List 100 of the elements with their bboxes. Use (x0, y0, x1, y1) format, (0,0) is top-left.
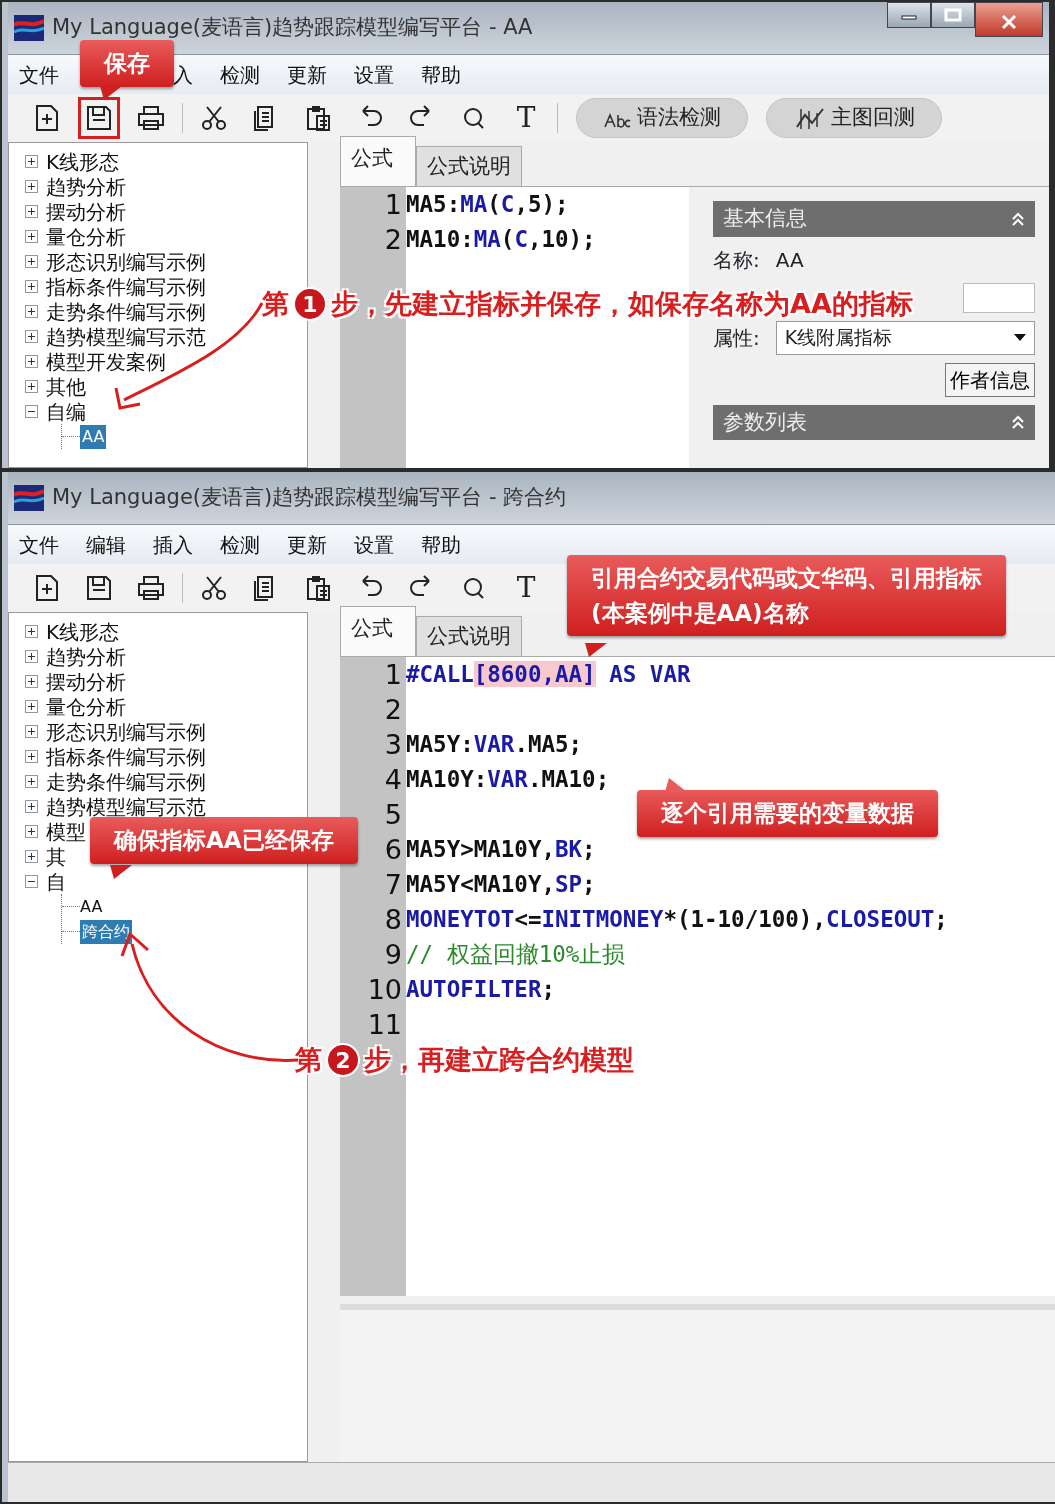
close-button[interactable] (975, 2, 1043, 37)
expand-icon[interactable] (25, 750, 38, 763)
step-text: 步，先建立指标并保存，如保存名称为AA的指标 (331, 287, 913, 321)
line-number: 4 (383, 763, 403, 797)
tree-item[interactable]: 其他 (46, 374, 86, 399)
menu-item[interactable]: 更新 (282, 59, 349, 90)
close-icon (1000, 13, 1018, 30)
tree-item[interactable]: 走势条件编写示例 (46, 769, 206, 794)
tree-item[interactable]: K线形态 (46, 619, 120, 644)
menu-item[interactable]: 更新 (282, 529, 349, 560)
tree-item[interactable]: 形态识别编写示例 (46, 249, 206, 274)
tree-item[interactable]: 摆动分析 (46, 669, 126, 694)
expand-icon[interactable] (25, 625, 38, 638)
expand-icon[interactable] (25, 650, 38, 663)
section-header[interactable]: 基本信息 (713, 201, 1035, 237)
menu-item[interactable]: 帮助 (416, 59, 483, 90)
menu-item[interactable]: 检测 (215, 529, 282, 560)
author-info-button[interactable]: 作者信息 (945, 362, 1035, 397)
tree-item[interactable]: 模型 (46, 819, 86, 844)
callout-pointer (100, 86, 122, 100)
code-line: MONEYTOT<=INITMONEY*(1-10/100),CLOSEOUT; (406, 905, 948, 934)
tree-item[interactable]: 自 (46, 869, 66, 894)
expand-icon[interactable] (25, 255, 38, 268)
line-number: 7 (383, 868, 403, 902)
window-title: My Language(麦语言)趋势跟踪模型编写平台 - 跨合约 (52, 484, 567, 512)
callout: 确保指标AA已经保存 (90, 817, 358, 864)
maximize-button[interactable] (931, 2, 975, 28)
minimize-button[interactable] (887, 2, 931, 28)
app-logo-icon (14, 15, 44, 41)
line-number: 3 (383, 728, 403, 762)
tree-item[interactable]: AA (80, 894, 103, 919)
tree-item[interactable]: 指标条件编写示例 (46, 744, 206, 769)
expand-icon[interactable] (25, 775, 38, 788)
line-number: 8 (383, 903, 403, 937)
expand-icon[interactable] (25, 305, 38, 318)
expand-icon[interactable] (25, 155, 38, 168)
menu-item[interactable]: 设置 (349, 59, 416, 90)
expand-icon[interactable] (25, 330, 38, 343)
tab[interactable]: 公式说明 (416, 145, 522, 186)
menu-item[interactable]: 文件 (14, 529, 81, 560)
maximize-icon (944, 8, 962, 22)
tree-item[interactable]: 趋势分析 (46, 644, 126, 669)
line-number: 10 (366, 973, 403, 1007)
expand-icon[interactable] (25, 180, 38, 193)
expand-icon[interactable] (25, 675, 38, 688)
tree-item[interactable]: 量仓分析 (46, 694, 126, 719)
tree-item[interactable]: 指标条件编写示例 (46, 274, 206, 299)
tree-item[interactable]: 其 (46, 844, 66, 869)
field-label: 属性: (713, 324, 760, 352)
expand-icon[interactable] (25, 230, 38, 243)
tree-item[interactable]: 摆动分析 (46, 199, 126, 224)
tree-item[interactable]: 模型开发案例 (46, 349, 166, 374)
expand-icon[interactable] (25, 205, 38, 218)
expand-icon[interactable] (25, 380, 38, 393)
menu-item[interactable]: 设置 (349, 529, 416, 560)
backtest-button[interactable]: 主图回测 (766, 98, 942, 138)
collapse-icon[interactable] (25, 875, 38, 888)
tree-item[interactable]: 自编 (46, 399, 86, 424)
tree-item[interactable]: 趋势模型编写示范 (46, 324, 206, 349)
tree-item[interactable]: 趋势分析 (46, 174, 126, 199)
tree-item[interactable]: K线形态 (46, 149, 120, 174)
input-field[interactable] (963, 282, 1035, 313)
expand-icon[interactable] (25, 850, 38, 863)
tree-item[interactable]: AA (80, 424, 107, 449)
tree-item[interactable]: 趋势模型编写示范 (46, 794, 206, 819)
syntax-check-button[interactable]: 语法检测 (576, 98, 748, 138)
expand-icon[interactable] (25, 355, 38, 368)
text-tool-button[interactable]: T (505, 97, 547, 139)
line-number: 1 (383, 658, 403, 692)
section-header[interactable]: 参数列表 (713, 404, 1035, 440)
expand-icon[interactable] (25, 800, 38, 813)
expand-icon[interactable] (25, 825, 38, 838)
expand-icon[interactable] (25, 280, 38, 293)
callout: 引用合约交易代码或文华码、引用指标 (本案例中是AA)名称 (567, 555, 1006, 636)
save-button[interactable] (78, 97, 120, 139)
code-line: MA5Y:VAR.MA5; (406, 730, 583, 759)
menu-item[interactable]: 插入 (148, 529, 215, 560)
menu-item[interactable]: 检测 (215, 59, 282, 90)
tree-item[interactable]: 走势条件编写示例 (46, 299, 206, 324)
tab[interactable]: 公式 (340, 135, 416, 186)
menu-item[interactable]: 文件 (14, 59, 81, 90)
tab[interactable]: 公式说明 (416, 615, 522, 656)
collapse-icon[interactable] (25, 405, 38, 418)
save-icon (84, 573, 114, 603)
tree-item[interactable]: 形态识别编写示例 (46, 719, 206, 744)
dropdown[interactable]: K线附属指标 (775, 320, 1035, 355)
menu-item[interactable]: 编辑 (81, 529, 148, 560)
line-number: 2 (383, 693, 403, 727)
code-line: #CALL[8600,AA] AS VAR (406, 660, 691, 689)
callout: 保存 (80, 40, 174, 87)
text-tool-button[interactable]: T (505, 567, 547, 609)
app-logo-icon (14, 485, 44, 511)
line-number: 5 (383, 798, 403, 832)
dropdown-arrow-icon (1014, 333, 1026, 342)
tree-item[interactable]: 量仓分析 (46, 224, 126, 249)
expand-icon[interactable] (25, 700, 38, 713)
expand-icon[interactable] (25, 725, 38, 738)
menu-item[interactable]: 帮助 (416, 529, 483, 560)
callout-pointer (110, 865, 132, 879)
tab[interactable]: 公式 (340, 605, 416, 656)
